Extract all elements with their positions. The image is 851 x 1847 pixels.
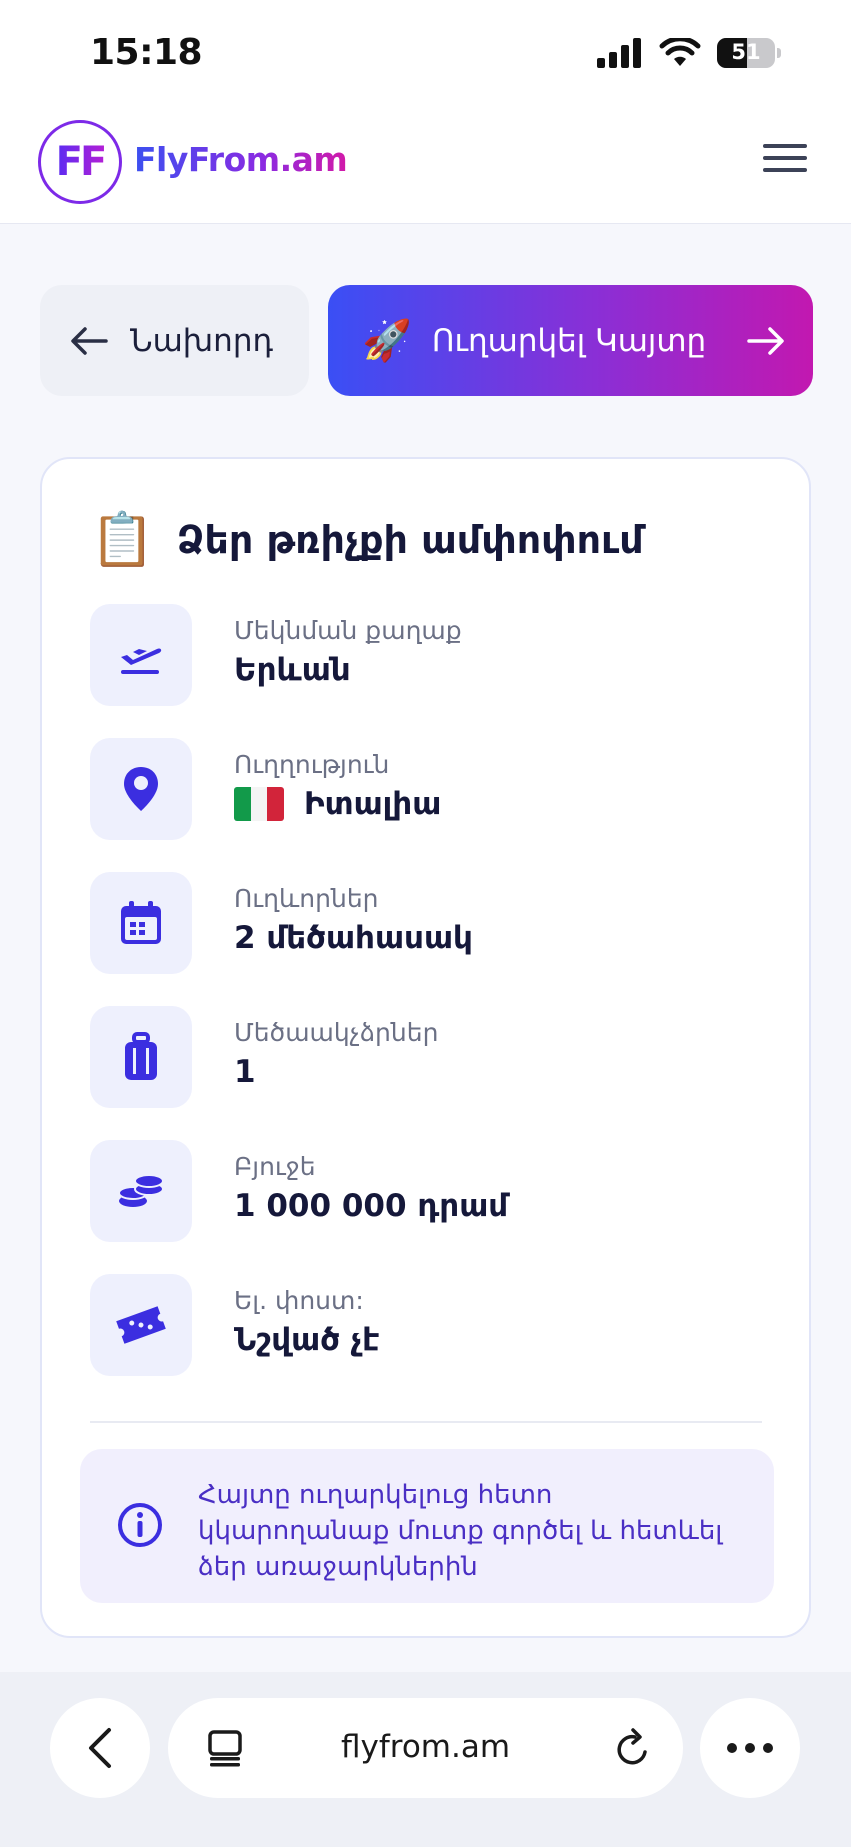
hamburger-menu-icon[interactable] — [759, 136, 811, 188]
row-label: Մեկնման քաղաք — [234, 616, 462, 645]
row-value: Երևան — [234, 652, 351, 688]
summary-title: Ձեր թռիչքի ամփոփում — [176, 517, 644, 562]
arrow-right-icon — [747, 326, 784, 355]
info-text: Հայտը ուղարկելուց հետո կկարողանաք մուտք … — [198, 1480, 723, 1582]
site-header: FF FlyFrom.am — [0, 108, 851, 224]
browser-toolbar: flyfrom.am — [0, 1672, 851, 1847]
row-label: Ել. փոստ: — [234, 1286, 364, 1315]
summary-row-departure: Մեկնման քաղաք Երևան — [90, 604, 770, 738]
summary-row-passengers: Ուղևորներ 2 մեծահասակ — [90, 872, 770, 1006]
reload-icon[interactable] — [613, 1726, 653, 1770]
row-value: Նշված չէ — [234, 1322, 380, 1358]
address-bar[interactable]: flyfrom.am — [168, 1698, 683, 1798]
summary-row-destination: Ուղղություն Իտալիա — [90, 738, 770, 872]
previous-button-label: Նախորդ — [130, 322, 274, 359]
row-label: Ուղղություն — [234, 750, 390, 779]
row-value: 1 — [234, 1054, 256, 1090]
summary-header: 📋 Ձեր թռիչքի ամփոփում — [90, 509, 644, 570]
ticket-icon — [90, 1274, 192, 1376]
summary-row-luggage: Մեծաակչձրներ 1 — [90, 1006, 770, 1140]
summary-list: Մեկնման քաղաք Երևան Ուղղություն Իտալիա Ո… — [90, 604, 770, 1408]
browser-back-button[interactable] — [50, 1698, 150, 1798]
arrow-left-icon — [71, 326, 108, 355]
logo-mark-text: FF — [55, 139, 108, 185]
submit-button-label: Ուղարկել Կայտը — [431, 322, 707, 359]
row-label: Մեծաակչձրներ — [234, 1018, 439, 1047]
wifi-icon — [659, 38, 701, 66]
url-text: flyfrom.am — [340, 1729, 511, 1765]
previous-button[interactable]: Նախորդ — [40, 285, 309, 396]
plane-departure-icon — [90, 604, 192, 706]
summary-card: 📋 Ձեր թռիչքի ամփոփում Մեկնման քաղաք Երևա… — [40, 457, 811, 1638]
luggage-icon — [90, 1006, 192, 1108]
row-label: Բյուջե — [234, 1152, 316, 1181]
row-label: Ուղևորներ — [234, 884, 379, 913]
row-value: Իտալիա — [234, 786, 441, 822]
divider — [90, 1421, 762, 1423]
submit-request-button[interactable]: 🚀 Ուղարկել Կայտը — [328, 285, 813, 396]
battery-cap — [777, 48, 781, 58]
status-time: 15:18 — [90, 32, 203, 73]
battery-indicator: 51 — [717, 38, 775, 68]
chevron-left-icon — [89, 1728, 111, 1768]
summary-row-budget: Բյուջե 1 000 000 դրամ — [90, 1140, 770, 1274]
logo-mark[interactable]: FF — [38, 120, 122, 204]
row-value: 2 մեծահասակ — [234, 920, 473, 956]
info-notice: Հայտը ուղարկելուց հետո կկարողանաք մուտք … — [80, 1449, 774, 1603]
calendar-icon — [90, 872, 192, 974]
row-value: 1 000 000 դրամ — [234, 1188, 509, 1224]
info-icon — [118, 1503, 162, 1547]
signal-icon — [597, 38, 641, 68]
summary-row-email: Ել. փոստ: Նշված չէ — [90, 1274, 770, 1408]
status-bar: 15:18 51 — [0, 0, 851, 108]
clipboard-icon: 📋 — [90, 510, 155, 570]
battery-percent: 51 — [731, 40, 761, 64]
status-icons: 51 — [597, 38, 781, 68]
more-options-button[interactable] — [700, 1698, 800, 1798]
italy-flag-icon — [234, 787, 284, 821]
coins-icon — [90, 1140, 192, 1242]
logo-text[interactable]: FlyFrom.am — [134, 140, 348, 179]
ellipsis-icon — [727, 1743, 773, 1753]
rocket-icon: 🚀 — [362, 318, 412, 364]
location-pin-icon — [90, 738, 192, 840]
